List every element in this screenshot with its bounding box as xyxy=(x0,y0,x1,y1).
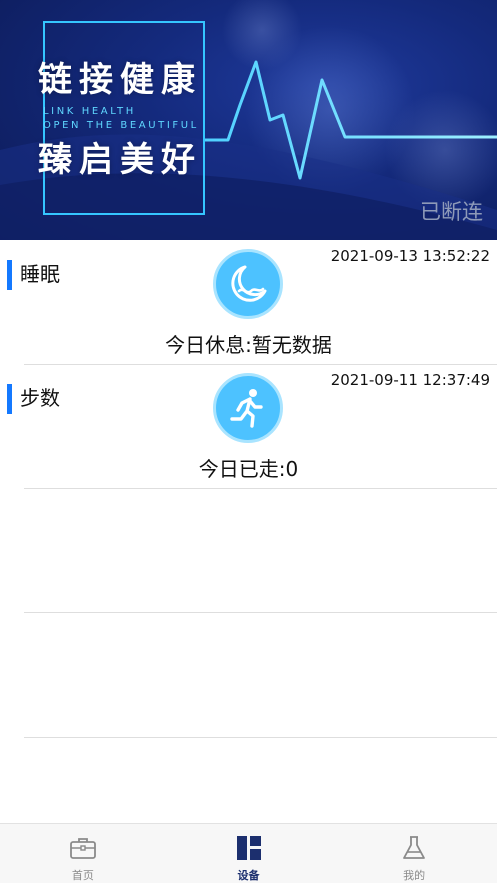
divider xyxy=(24,488,497,489)
briefcase-icon xyxy=(69,834,97,861)
running-person-icon xyxy=(213,373,283,443)
tab-label: 首页 xyxy=(71,869,94,882)
card-timestamp: 2021-09-13 13:52:22 xyxy=(330,247,490,265)
card-value: 今日休息:暂无数据 xyxy=(165,333,332,357)
banner: 链接健康 LINK HEALTH OPEN THE BEAUTIFUL 臻启美好… xyxy=(0,0,497,240)
card-title: 步数 xyxy=(20,386,60,410)
grid-dashboard-icon xyxy=(236,834,262,861)
connection-status[interactable]: 已断连 xyxy=(420,196,483,226)
steps-card[interactable]: 步数 2021-09-11 12:37:49 今日已走:0 xyxy=(0,365,497,489)
tab-label: 设备 xyxy=(237,869,260,882)
tab-devices[interactable]: 设备 xyxy=(166,824,332,883)
card-timestamp: 2021-09-11 12:37:49 xyxy=(330,371,490,389)
moon-sleep-icon xyxy=(213,249,283,319)
tab-home[interactable]: 首页 xyxy=(0,824,166,883)
banner-slogan-line1: 链接健康 xyxy=(38,60,202,100)
banner-slogan-line2: 臻启美好 xyxy=(38,140,202,180)
banner-slogan-en-line2: OPEN THE BEAUTIFUL xyxy=(43,120,199,131)
banner-frame xyxy=(43,21,205,215)
divider xyxy=(24,612,497,613)
card-accent-bar xyxy=(7,260,12,290)
banner-slogan-en-line1: LINK HEALTH xyxy=(43,106,136,117)
app-screen: 链接健康 LINK HEALTH OPEN THE BEAUTIFUL 臻启美好… xyxy=(0,0,497,883)
tab-bar: 首页 设备 我的 xyxy=(0,823,497,883)
tab-mine[interactable]: 我的 xyxy=(331,824,497,883)
divider xyxy=(24,737,497,738)
card-title: 睡眠 xyxy=(20,262,60,286)
card-accent-bar xyxy=(7,384,12,414)
flask-icon xyxy=(401,834,427,861)
sleep-card[interactable]: 睡眠 2021-09-13 13:52:22 今日休息:暂无数据 xyxy=(0,241,497,365)
card-value: 今日已走:0 xyxy=(198,457,299,481)
tab-label: 我的 xyxy=(403,869,426,882)
